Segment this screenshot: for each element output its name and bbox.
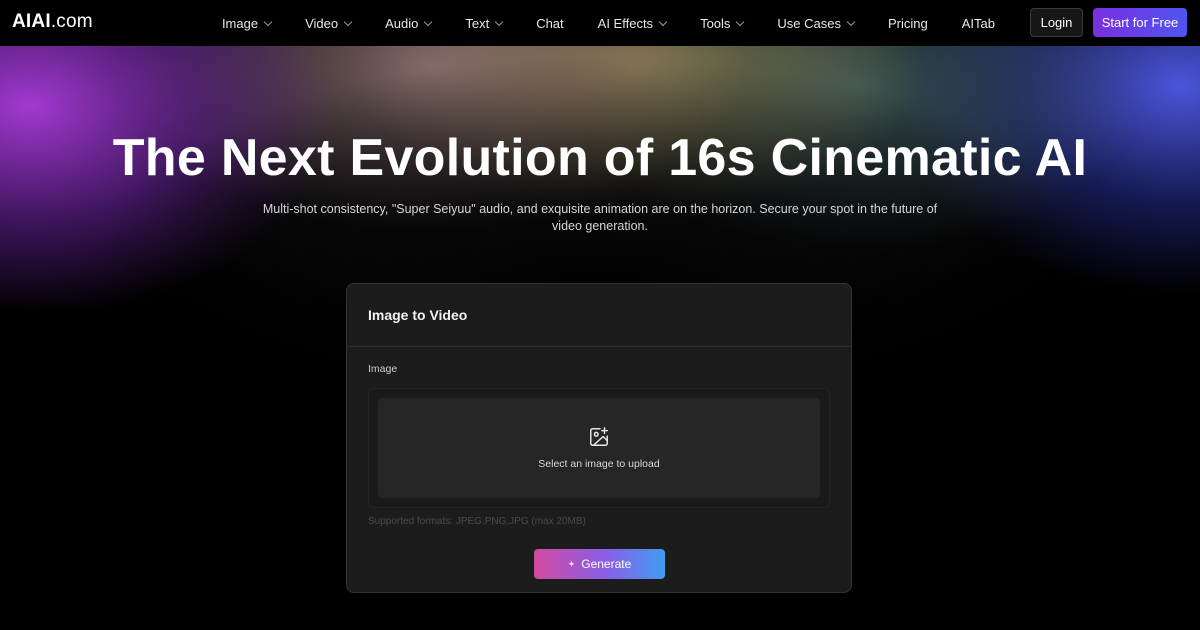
card-title: Image to Video: [368, 307, 468, 323]
site-logo[interactable]: AIAI.com: [12, 11, 93, 33]
nav-item-use-cases[interactable]: Use Cases: [760, 0, 871, 46]
nav-item-tools[interactable]: Tools: [683, 0, 760, 46]
chevron-down-icon: [424, 17, 433, 26]
image-to-video-card: Image to Video Image Select an image to …: [346, 283, 852, 593]
nav-item-aitab[interactable]: AITab: [945, 0, 1012, 46]
nav-item-video[interactable]: Video: [288, 0, 368, 46]
image-upload-dropzone[interactable]: Select an image to upload: [378, 398, 820, 498]
sparkle-icon: ✦: [567, 558, 576, 569]
chevron-down-icon: [343, 17, 353, 26]
image-field-label: Image: [368, 363, 398, 375]
nav-item-label: Audio: [385, 15, 419, 31]
generate-button[interactable]: ✦ Generate: [534, 549, 665, 579]
nav-menu: Image Video Audio Text Chat AI Effects Tools Us…: [205, 0, 1012, 46]
nav-item-audio[interactable]: Audio: [368, 0, 448, 46]
nav-item-label: Image: [221, 15, 259, 31]
logo-suffix: .com: [50, 11, 93, 32]
nav-item-label: Text: [465, 15, 490, 31]
supported-formats-hint: Supported formats: JPEG,PNG,JPG (max 20M…: [368, 516, 586, 527]
chevron-down-icon: [846, 17, 856, 26]
nav-item-label: Chat: [536, 15, 564, 31]
nav-item-label: Pricing: [888, 15, 928, 31]
card-header: Image to Video: [347, 284, 851, 347]
nav-item-chat[interactable]: Chat: [519, 0, 580, 46]
nav-item-image[interactable]: Image: [205, 0, 288, 46]
chevron-down-icon: [736, 17, 745, 26]
nav-item-pricing[interactable]: Pricing: [871, 0, 945, 46]
nav-item-label: Tools: [700, 15, 731, 31]
start-for-free-button[interactable]: Start for Free: [1093, 8, 1187, 37]
image-plus-icon: [590, 427, 608, 446]
upload-area: Select an image to upload: [368, 388, 830, 508]
nav-item-text[interactable]: Text: [448, 0, 519, 46]
chevron-down-icon: [658, 17, 668, 26]
chevron-down-icon: [263, 17, 273, 26]
chevron-down-icon: [494, 17, 504, 26]
nav-item-label: Video: [305, 15, 339, 31]
nav-item-ai-effects[interactable]: AI Effects: [581, 0, 683, 46]
login-button[interactable]: Login: [1030, 8, 1083, 37]
top-navigation: AIAI.com Image Video Audio Text Chat AI Effec…: [0, 0, 1200, 46]
upload-prompt-text: Select an image to upload: [538, 458, 660, 470]
hero-subtitle: Multi-shot consistency, "Super Seiyuu" a…: [262, 202, 938, 233]
nav-item-label: AI Effects: [597, 15, 654, 31]
logo-text: AIAI: [12, 11, 51, 32]
hero-title: The Next Evolution of 16s Cinematic AI: [112, 129, 1088, 187]
nav-item-label: AITab: [961, 15, 995, 31]
generate-label: Generate: [581, 557, 632, 571]
nav-item-label: Use Cases: [777, 15, 841, 31]
